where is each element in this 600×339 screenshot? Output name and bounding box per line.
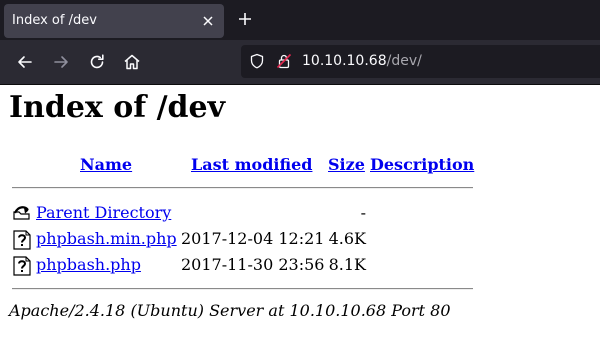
file-modified: 2017-11-30 23:56	[181, 255, 325, 274]
divider-bottom	[12, 288, 473, 290]
file-link[interactable]: Parent Directory	[36, 203, 171, 222]
url-text[interactable]: 10.10.10.68/dev/	[302, 53, 422, 69]
divider-top	[12, 187, 473, 189]
file-link[interactable]: phpbash.min.php	[36, 229, 177, 248]
table-row: phpbash.php 2017-11-30 23:56 8.1K	[0, 254, 600, 276]
url-host: 10.10.10.68	[302, 53, 387, 69]
column-header-name[interactable]: Name	[80, 155, 132, 174]
unknown-file-icon	[13, 230, 31, 250]
file-size: 4.6K	[328, 229, 366, 248]
url-path: /dev/	[386, 53, 422, 69]
server-signature: Apache/2.4.18 (Ubuntu) Server at 10.10.1…	[9, 301, 451, 320]
column-header-description[interactable]: Description	[370, 155, 474, 174]
insecure-lock-icon[interactable]	[276, 53, 292, 69]
tab-active[interactable]: Index of /dev	[4, 4, 224, 38]
file-modified: 2017-12-04 12:21	[181, 229, 325, 248]
column-header-last-modified[interactable]: Last modified	[191, 155, 312, 174]
tab-strip: Index of /dev	[0, 0, 600, 40]
table-row: Parent Directory -	[0, 202, 600, 224]
navigation-toolbar: 10.10.10.68/dev/	[0, 40, 600, 85]
tab-title: Index of /dev	[12, 13, 97, 28]
column-header-size[interactable]: Size	[328, 155, 365, 174]
shield-icon[interactable]	[249, 53, 265, 69]
close-icon[interactable]	[201, 14, 215, 28]
parent-directory-icon	[13, 206, 30, 220]
address-bar[interactable]: 10.10.10.68/dev/	[241, 45, 600, 78]
page-title: Index of /dev	[9, 90, 226, 125]
table-row: phpbash.min.php 2017-12-04 12:21 4.6K	[0, 228, 600, 250]
back-arrow-icon[interactable]	[15, 52, 35, 72]
forward-arrow-icon[interactable]	[51, 52, 71, 72]
reload-icon[interactable]	[87, 52, 107, 72]
file-size: 8.1K	[328, 255, 366, 274]
page-content: Index of /dev Name Last modified Size De…	[0, 85, 600, 339]
unknown-file-icon	[13, 256, 31, 276]
home-icon[interactable]	[122, 52, 142, 72]
file-link[interactable]: phpbash.php	[36, 255, 141, 274]
plus-icon[interactable]	[237, 11, 253, 27]
file-size: -	[360, 203, 366, 222]
